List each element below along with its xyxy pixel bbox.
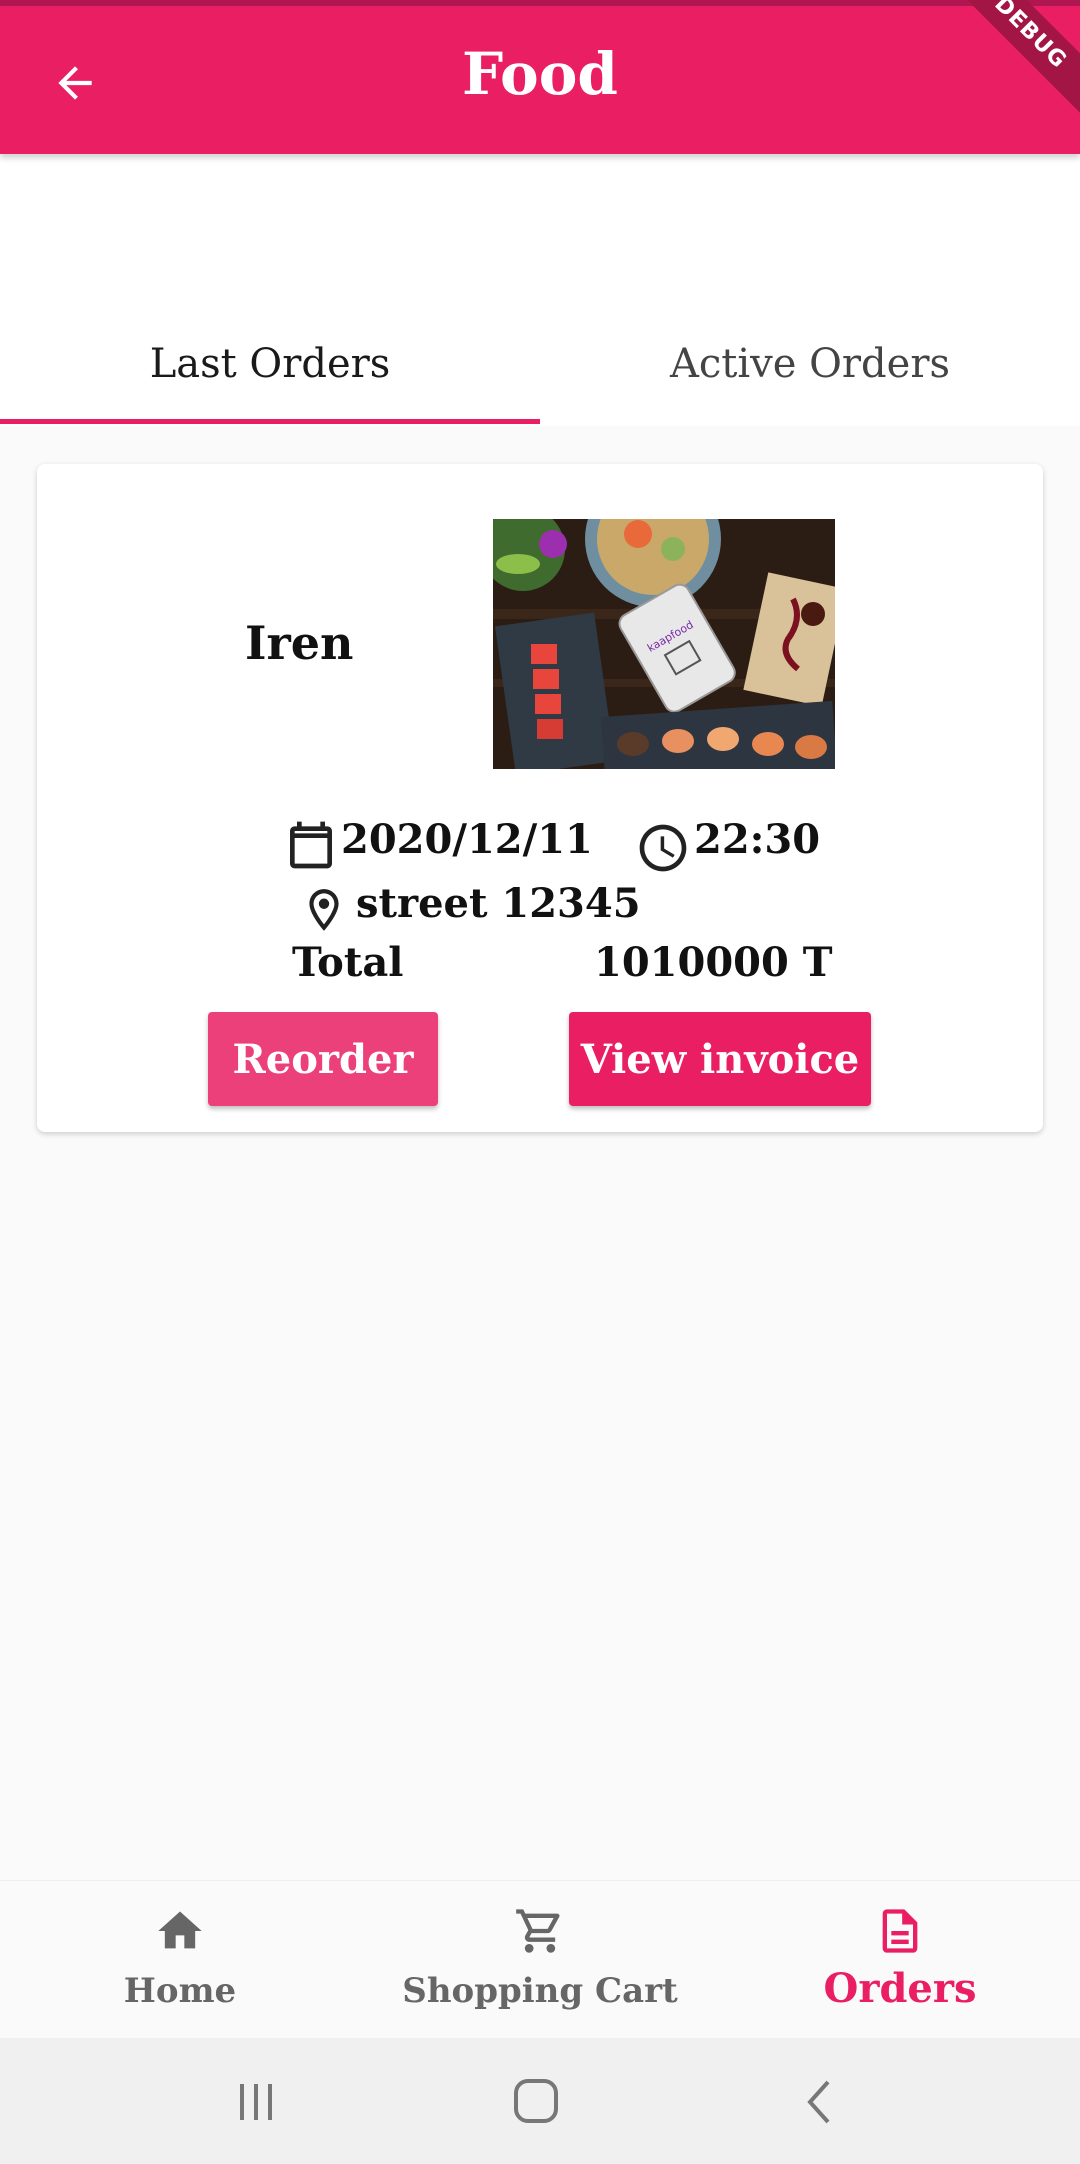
- order-time: 22:30: [694, 816, 821, 863]
- tab-active-orders[interactable]: Active Orders: [540, 334, 1080, 394]
- home-icon: [158, 1911, 202, 1949]
- restaurant-name: Iren: [245, 616, 354, 670]
- order-address: street 12345: [356, 880, 641, 927]
- tab-bar: Last Orders Active Orders: [0, 154, 1080, 426]
- recent-apps-icon[interactable]: [232, 2080, 280, 2124]
- nav-label-orders: Orders: [823, 1965, 977, 2012]
- food-image: kaapfood: [493, 519, 835, 769]
- page-title: Food: [462, 40, 618, 108]
- system-back-icon[interactable]: [800, 2078, 840, 2126]
- total-value: 1010000 T: [594, 939, 833, 986]
- app-bar: Food DEBUG: [0, 0, 1080, 154]
- bottom-navigation: Home Shopping Cart Orders: [0, 1880, 1080, 2038]
- clock-icon: [639, 824, 687, 872]
- nav-item-shopping-cart[interactable]: Shopping Cart: [360, 1881, 720, 2039]
- total-label: Total: [292, 939, 404, 986]
- nav-label-shopping-cart: Shopping Cart: [402, 1971, 678, 2011]
- home-circle-icon[interactable]: [512, 2078, 562, 2126]
- order-card: Iren kaapfood 2020/12/11 22:30 street 12…: [37, 464, 1043, 1132]
- nav-item-home[interactable]: Home: [0, 1881, 360, 2039]
- tab-last-orders[interactable]: Last Orders: [0, 334, 540, 394]
- location-pin-icon: [309, 889, 339, 931]
- calendar-icon: [290, 821, 332, 869]
- view-invoice-button[interactable]: View invoice: [569, 1012, 871, 1106]
- tab-indicator: [0, 419, 540, 424]
- status-strip: [0, 0, 1080, 6]
- system-navigation-bar: [0, 2038, 1080, 2164]
- cart-icon: [516, 1909, 560, 1953]
- order-date: 2020/12/11: [341, 816, 593, 863]
- reorder-button[interactable]: Reorder: [208, 1012, 438, 1106]
- document-icon: [882, 1909, 918, 1953]
- nav-label-home: Home: [123, 1971, 237, 2011]
- nav-item-orders[interactable]: Orders: [720, 1881, 1080, 2039]
